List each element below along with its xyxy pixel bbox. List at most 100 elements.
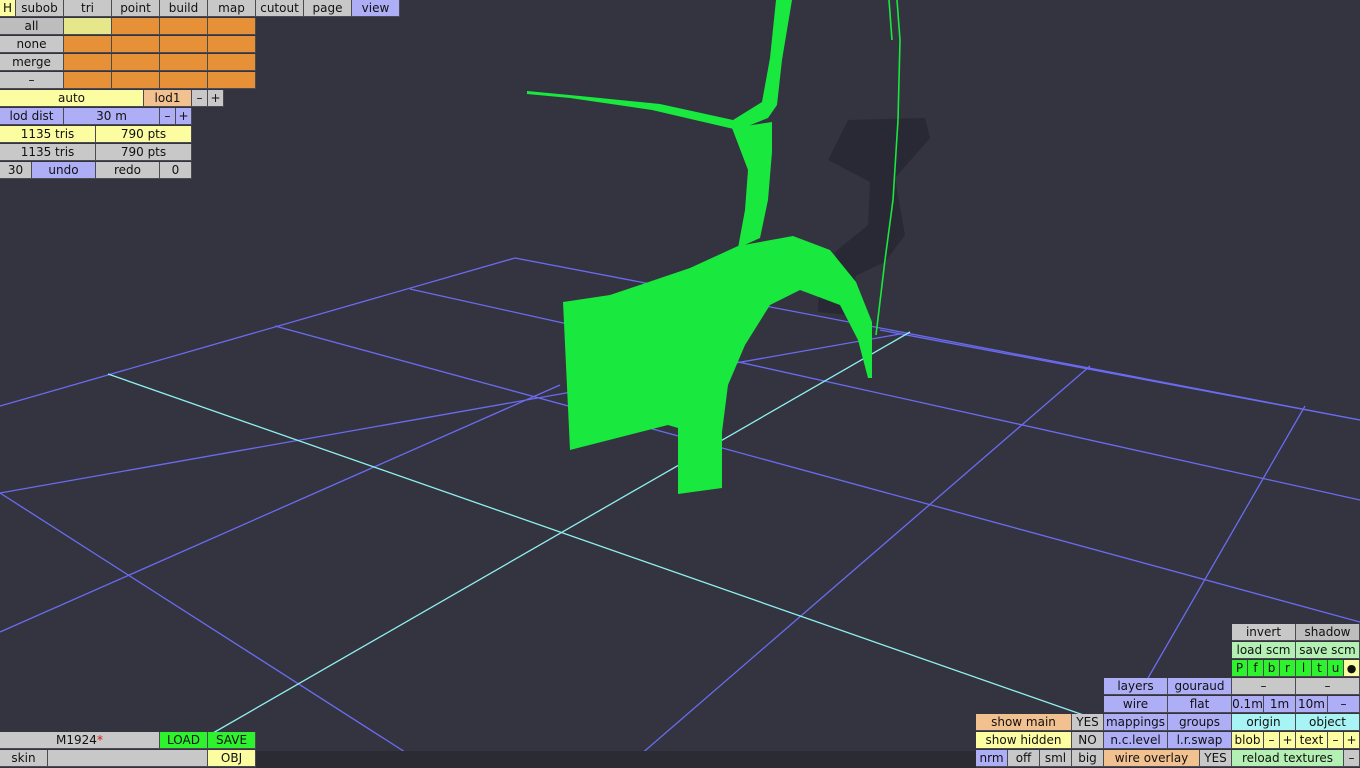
text-button[interactable]: text: [1296, 732, 1328, 749]
lod-level-button[interactable]: lod1: [144, 90, 192, 107]
layers-button[interactable]: layers: [1104, 678, 1168, 695]
scene-dash-right[interactable]: –: [1296, 678, 1360, 695]
object-button[interactable]: object: [1296, 714, 1360, 731]
channel-cell[interactable]: [208, 54, 256, 71]
show-hidden-value[interactable]: NO: [1072, 732, 1104, 749]
channel-cell[interactable]: [208, 72, 256, 89]
page-menu-button[interactable]: page: [304, 0, 352, 17]
flat-button[interactable]: flat: [1168, 696, 1232, 713]
obj-button[interactable]: OBJ: [208, 750, 256, 767]
channel-cell[interactable]: [208, 36, 256, 53]
map-menu-button[interactable]: map: [208, 0, 256, 17]
wire-overlay-value[interactable]: YES: [1200, 750, 1232, 767]
skin-button[interactable]: skin: [0, 750, 48, 767]
point-menu-button[interactable]: point: [112, 0, 160, 17]
mappings-button[interactable]: mappings: [1104, 714, 1168, 731]
grid-minus-button[interactable]: –: [1328, 696, 1360, 713]
show-main-toggle[interactable]: show main: [976, 714, 1072, 731]
scene-dash-left[interactable]: –: [1232, 678, 1296, 695]
lod-dist-label: lod dist: [0, 108, 64, 125]
dot-icon[interactable]: ●: [1344, 660, 1360, 677]
blob-button[interactable]: blob: [1232, 732, 1264, 749]
undo-button[interactable]: undo: [32, 162, 96, 179]
wire-overlay-toggle[interactable]: wire overlay: [1104, 750, 1200, 767]
pts-count: 790 pts: [96, 126, 192, 143]
show-main-value[interactable]: YES: [1072, 714, 1104, 731]
view-t-button[interactable]: t: [1312, 660, 1328, 677]
channel-cell[interactable]: [112, 18, 160, 35]
undo-count: 30: [0, 162, 32, 179]
view-u-button[interactable]: u: [1328, 660, 1344, 677]
status-bar: [256, 751, 976, 768]
reload-minus-button[interactable]: –: [1344, 750, 1360, 767]
wire-button[interactable]: wire: [1104, 696, 1168, 713]
nrm-button[interactable]: nrm: [976, 750, 1008, 767]
channel-cell[interactable]: [64, 18, 112, 35]
select-all-button[interactable]: all: [0, 18, 64, 35]
modified-indicator: *: [96, 733, 103, 747]
gouraud-button[interactable]: gouraud: [1168, 678, 1232, 695]
blob-plus-button[interactable]: +: [1280, 732, 1296, 749]
3d-viewport[interactable]: [0, 0, 1360, 768]
redo-count: 0: [160, 162, 192, 179]
select-none-button[interactable]: none: [0, 36, 64, 53]
grid-01m-button[interactable]: 0.1m: [1232, 696, 1264, 713]
green-mesh: [527, 0, 872, 494]
lod-dist-minus-button[interactable]: –: [160, 108, 176, 125]
lod-dist-plus-button[interactable]: +: [176, 108, 192, 125]
grid-10m-button[interactable]: 10m: [1296, 696, 1328, 713]
invert-button[interactable]: invert: [1232, 624, 1296, 641]
text-plus-button[interactable]: +: [1344, 732, 1360, 749]
channel-cell[interactable]: [208, 18, 256, 35]
channel-cell[interactable]: [64, 72, 112, 89]
channel-cell[interactable]: [160, 72, 208, 89]
merge-button[interactable]: merge: [0, 54, 64, 71]
nc-level-button[interactable]: n.c.level: [1104, 732, 1168, 749]
text-minus-button[interactable]: –: [1328, 732, 1344, 749]
channel-cell[interactable]: [64, 36, 112, 53]
grid-1m-button[interactable]: 1m: [1264, 696, 1296, 713]
tri-menu-button[interactable]: tri: [64, 0, 112, 17]
tris-count-total: 1135 tris: [0, 144, 96, 161]
lod-minus-button[interactable]: –: [192, 90, 208, 107]
view-p-button[interactable]: P: [1232, 660, 1248, 677]
skin-name-field[interactable]: [48, 750, 208, 767]
lod-plus-button[interactable]: +: [208, 90, 224, 107]
view-r-button[interactable]: r: [1280, 660, 1296, 677]
channel-cell[interactable]: [112, 36, 160, 53]
lod-auto-button[interactable]: auto: [0, 90, 144, 107]
load-scm-button[interactable]: load scm: [1232, 642, 1296, 659]
build-menu-button[interactable]: build: [160, 0, 208, 17]
channel-cell[interactable]: [112, 72, 160, 89]
sml-button[interactable]: sml: [1040, 750, 1072, 767]
view-b-button[interactable]: b: [1264, 660, 1280, 677]
lr-swap-button[interactable]: l.r.swap: [1168, 732, 1232, 749]
channel-cell[interactable]: [112, 54, 160, 71]
channel-cell[interactable]: [160, 54, 208, 71]
origin-button[interactable]: origin: [1232, 714, 1296, 731]
save-button[interactable]: SAVE: [208, 732, 256, 749]
view-l-button[interactable]: l: [1296, 660, 1312, 677]
big-button[interactable]: big: [1072, 750, 1104, 767]
blob-minus-button[interactable]: –: [1264, 732, 1280, 749]
lod-dist-value[interactable]: 30 m: [64, 108, 160, 125]
show-hidden-toggle[interactable]: show hidden: [976, 732, 1072, 749]
model-name-field[interactable]: M1924*: [0, 732, 160, 749]
selection-minus-button[interactable]: –: [0, 72, 64, 89]
view-f-button[interactable]: f: [1248, 660, 1264, 677]
view-menu-button[interactable]: view: [352, 0, 400, 17]
channel-cell[interactable]: [64, 54, 112, 71]
shadow-button[interactable]: shadow: [1296, 624, 1360, 641]
redo-button[interactable]: redo: [96, 162, 160, 179]
reload-textures-button[interactable]: reload textures: [1232, 750, 1344, 767]
h-menu-button[interactable]: H: [0, 0, 16, 17]
subob-menu-button[interactable]: subob: [16, 0, 64, 17]
channel-cell[interactable]: [160, 36, 208, 53]
off-button[interactable]: off: [1008, 750, 1040, 767]
load-button[interactable]: LOAD: [160, 732, 208, 749]
tris-count: 1135 tris: [0, 126, 96, 143]
groups-button[interactable]: groups: [1168, 714, 1232, 731]
cutout-menu-button[interactable]: cutout: [256, 0, 304, 17]
channel-cell[interactable]: [160, 18, 208, 35]
save-scm-button[interactable]: save scm: [1296, 642, 1360, 659]
